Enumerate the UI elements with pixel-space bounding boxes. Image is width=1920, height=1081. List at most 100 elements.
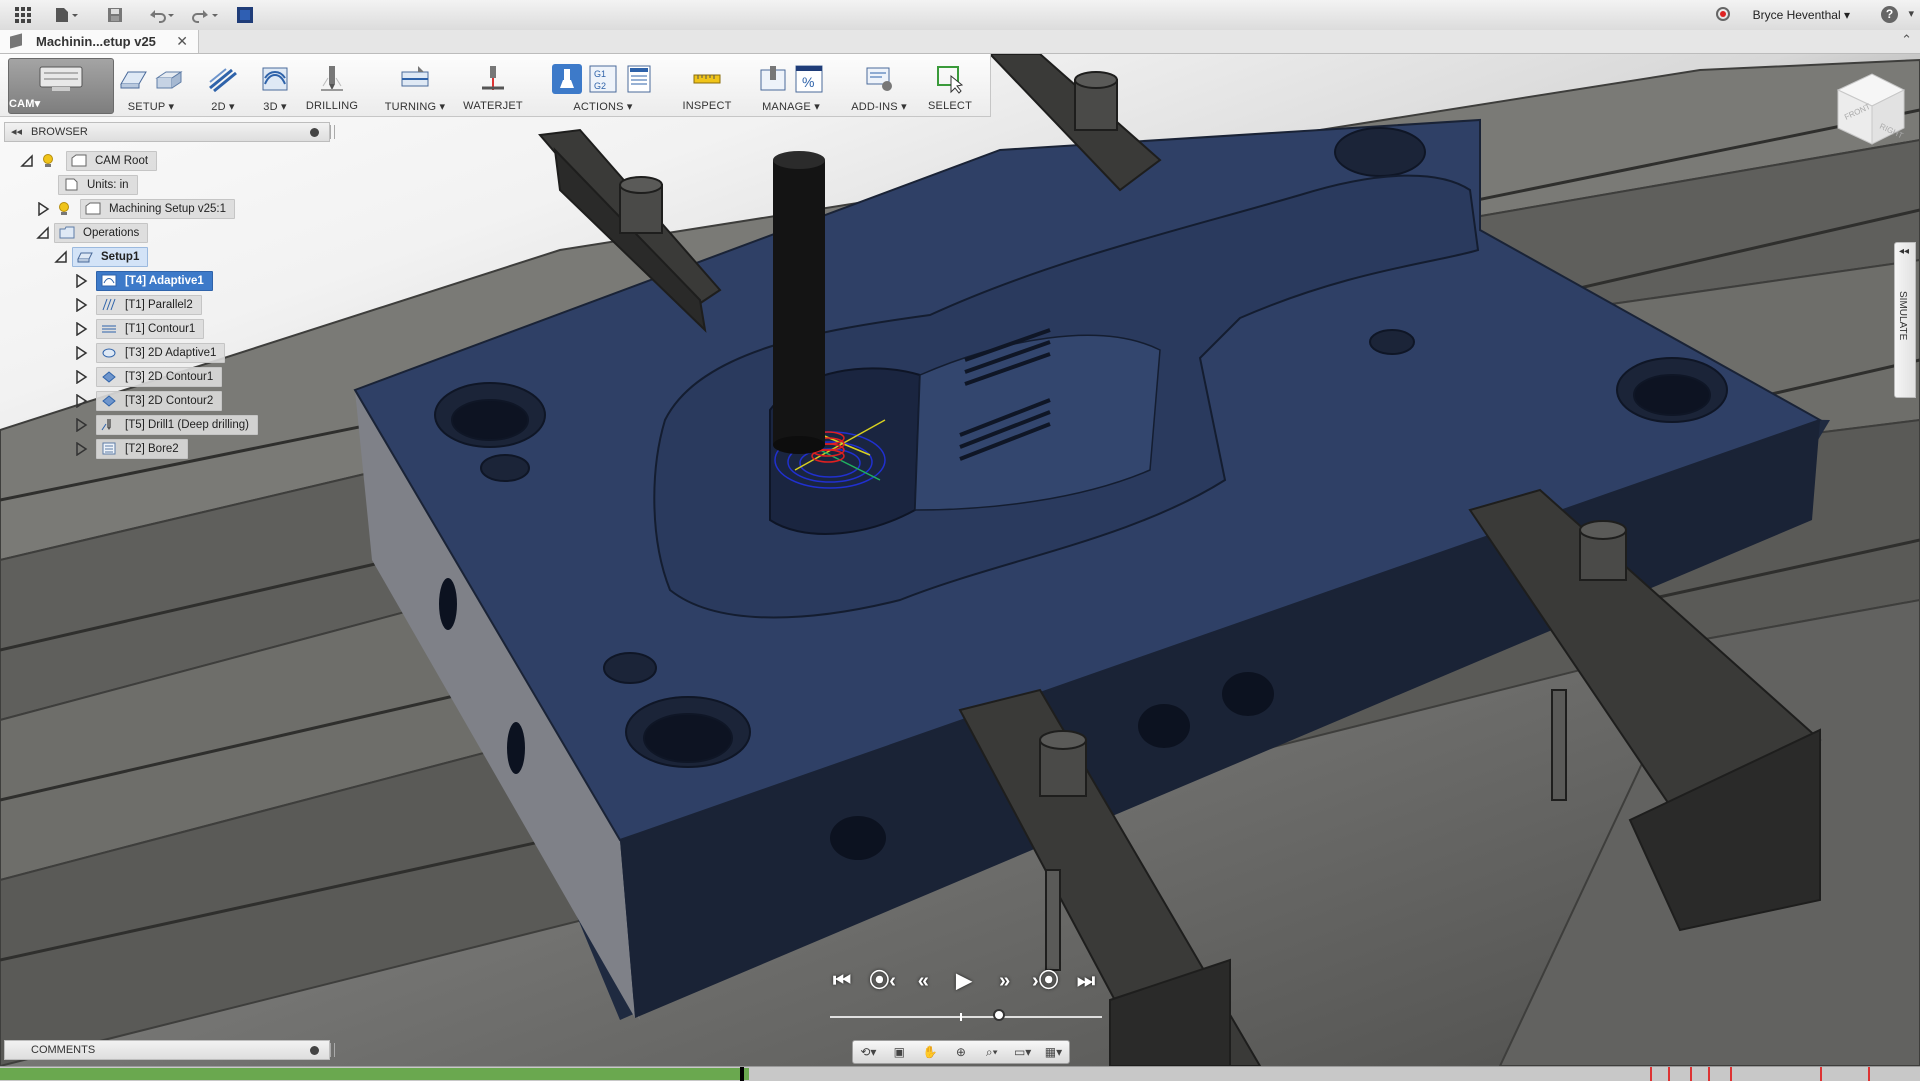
toolbar-inspect[interactable]: INSPECT	[676, 60, 738, 112]
look-at-icon[interactable]: ▣	[889, 1045, 909, 1059]
expand-panel-icon[interactable]: ◂◂	[1899, 246, 1909, 257]
step-back-button[interactable]: «	[907, 966, 939, 996]
measure-icon[interactable]	[692, 64, 722, 94]
tool-library-icon[interactable]	[758, 64, 788, 94]
timeline-slider-handle[interactable]	[992, 1009, 1005, 1021]
orbit-icon[interactable]: ⟲▾	[858, 1045, 878, 1059]
2d-adaptive-icon[interactable]	[208, 64, 238, 94]
post-process-icon[interactable]: G1 G2	[588, 64, 618, 94]
tree-node-operation[interactable]: [T3] 2D Adaptive1	[74, 342, 226, 363]
simulate-panel-tab[interactable]: ◂◂ SIMULATE	[1894, 242, 1916, 398]
play-button[interactable]: ▶	[948, 966, 980, 996]
expand-arrow-icon[interactable]	[74, 441, 88, 456]
tree-node-operation[interactable]: [T5] Drill1 (Deep drilling)	[74, 414, 258, 435]
expand-arrow-icon[interactable]	[74, 273, 88, 288]
zoom-icon[interactable]: ⊕	[951, 1045, 971, 1059]
expand-arrow-icon[interactable]	[74, 417, 88, 432]
simulate-icon[interactable]	[552, 64, 582, 94]
toolbar-turning[interactable]: TURNING ▾	[380, 60, 450, 113]
go-to-end-button[interactable]: ⏭	[1070, 966, 1102, 996]
tree-node-operation[interactable]: [T1] Contour1	[74, 318, 205, 339]
redo-icon[interactable]	[188, 5, 222, 25]
toolbar-actions[interactable]: G1 G2 ACTIONS ▾	[542, 60, 664, 113]
previous-operation-button[interactable]: ⦿‹	[867, 966, 899, 996]
visibility-bulb-icon[interactable]	[42, 153, 54, 168]
fit-window-icon[interactable]: ⌕▾	[982, 1045, 1002, 1060]
record-icon[interactable]	[1716, 7, 1730, 21]
visibility-bulb-icon[interactable]	[58, 201, 70, 216]
toolbar-3d[interactable]: 3D ▾	[252, 60, 298, 113]
expand-arrow-icon[interactable]	[74, 393, 88, 408]
help-icon[interactable]: ?	[1881, 6, 1898, 23]
3d-adaptive-icon[interactable]	[260, 64, 290, 94]
select-icon[interactable]	[935, 64, 965, 94]
collapse-panel-icon[interactable]: ◂◂	[11, 125, 22, 138]
operation-timeline-bar[interactable]	[0, 1066, 1920, 1081]
toolbar-drilling-label: DRILLING	[305, 100, 359, 112]
stock-icon[interactable]	[154, 64, 184, 94]
expand-arrow-icon[interactable]	[74, 297, 88, 312]
setup-sheet-icon[interactable]	[624, 64, 654, 94]
tree-node-operation[interactable]: [T1] Parallel2	[74, 294, 202, 315]
step-forward-button[interactable]: »	[989, 966, 1021, 996]
template-library-icon[interactable]: %	[794, 64, 824, 94]
go-to-start-button[interactable]: ⏮	[826, 966, 858, 996]
save-icon[interactable]	[104, 5, 126, 25]
grid-settings-icon[interactable]: ▦▾	[1043, 1045, 1063, 1059]
collapse-arrow-icon[interactable]	[54, 249, 68, 264]
pan-icon[interactable]: ✋	[920, 1045, 940, 1059]
tree-node-operation[interactable]: [T3] 2D Contour1	[74, 366, 223, 387]
view-cube[interactable]: FRONT RIGHT	[1832, 68, 1908, 148]
tree-node-operation[interactable]: [T4] Adaptive1	[74, 270, 213, 291]
pin-icon[interactable]	[310, 1046, 319, 1055]
collapse-arrow-icon[interactable]	[20, 153, 34, 168]
simulation-timeline[interactable]	[830, 1009, 1102, 1021]
resize-handle[interactable]	[330, 125, 335, 139]
toolbar-drilling[interactable]: DRILLING	[302, 60, 362, 112]
toolbar-2d[interactable]: 2D ▾	[200, 60, 246, 113]
job-status-icon[interactable]	[236, 5, 254, 25]
next-operation-button[interactable]: ›⦿	[1029, 966, 1061, 996]
waterjet-icon[interactable]	[478, 64, 508, 94]
chevron-down-icon: ▾	[277, 101, 287, 113]
browser-panel-header[interactable]: ◂◂ BROWSER	[4, 122, 335, 142]
user-name[interactable]: Bryce Heventhal ▾	[1753, 8, 1850, 22]
undo-icon[interactable]	[144, 5, 178, 25]
tree-node-setup1[interactable]: Setup1	[54, 246, 149, 267]
workspace-switcher[interactable]: CAM▾	[8, 58, 114, 114]
toolbar-setup[interactable]: SETUP ▾	[112, 60, 190, 113]
file-icon[interactable]	[52, 5, 82, 25]
expand-arrow-icon[interactable]	[74, 369, 88, 384]
drill-icon	[101, 418, 117, 431]
expand-arrow-icon[interactable]	[74, 345, 88, 360]
toolbar-waterjet[interactable]: WATERJET	[458, 60, 528, 112]
drill-icon[interactable]	[317, 64, 347, 94]
new-setup-icon[interactable]	[118, 64, 148, 94]
comments-panel[interactable]: COMMENTS	[4, 1040, 335, 1060]
chevron-up-icon[interactable]: ⌃	[1901, 32, 1912, 48]
tree-node-operation[interactable]: [T2] Bore2	[74, 438, 188, 459]
display-settings-icon[interactable]: ▭▾	[1013, 1045, 1033, 1059]
resize-handle[interactable]	[330, 1043, 335, 1057]
tree-node-units[interactable]: Units: in	[58, 174, 138, 195]
tree-node-model[interactable]: Machining Setup v25:1	[36, 198, 235, 219]
app-grid-icon[interactable]	[12, 5, 34, 25]
expand-arrow-icon[interactable]	[74, 321, 88, 336]
tree-node-operation[interactable]: [T3] 2D Contour2	[74, 390, 223, 411]
tree-node-operations[interactable]: Operations	[36, 222, 149, 243]
3d-viewport[interactable]	[0, 54, 1920, 1066]
document-tab[interactable]: Machinin...etup v25 ✕	[0, 30, 199, 53]
toolbar-select[interactable]: SELECT	[920, 60, 980, 112]
chevron-down-icon: ▾	[34, 98, 41, 110]
tree-node-cam-root[interactable]: CAM Root	[20, 150, 158, 171]
chevron-down-icon[interactable]: ▾	[1908, 7, 1914, 20]
expand-arrow-icon[interactable]	[36, 201, 50, 216]
toolbar-manage[interactable]: % MANAGE ▾	[748, 60, 834, 113]
pin-icon[interactable]	[310, 128, 319, 137]
timeline-cursor[interactable]	[740, 1067, 744, 1081]
close-icon[interactable]: ✕	[176, 33, 188, 50]
add-ins-icon[interactable]	[864, 64, 894, 94]
collapse-arrow-icon[interactable]	[36, 225, 50, 240]
toolbar-add-ins[interactable]: ADD-INS ▾	[846, 60, 912, 113]
turning-icon[interactable]	[400, 64, 430, 94]
